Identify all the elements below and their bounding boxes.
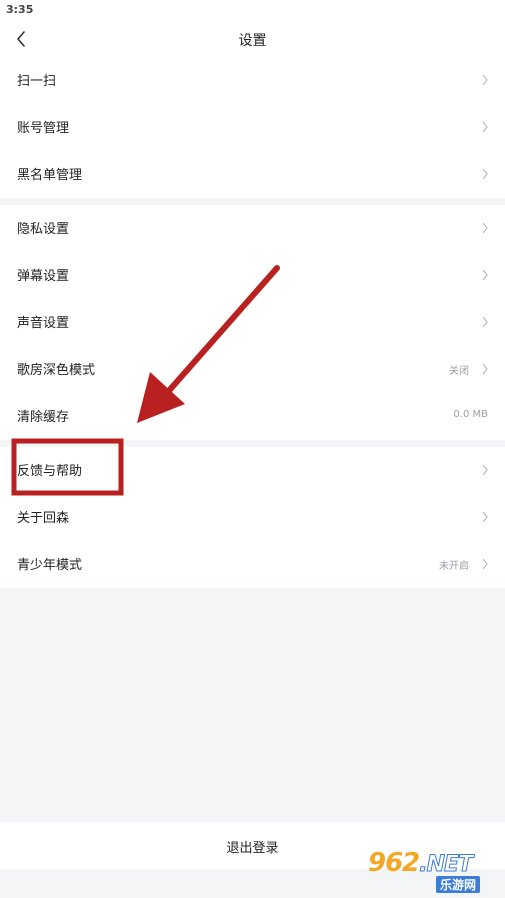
settings-item-danmaku[interactable]: 弹幕设置 <box>0 252 505 299</box>
status-bar: 3:35 <box>0 0 505 20</box>
settings-group-account: 扫一扫 账号管理 黑名单管理 <box>0 57 505 198</box>
nav-bar: 设置 <box>0 20 505 58</box>
settings-item-about[interactable]: 关于回森 <box>0 494 505 541</box>
settings-item-sound[interactable]: 声音设置 <box>0 299 505 346</box>
chevron-right-icon <box>482 363 488 375</box>
settings-item-label: 黑名单管理 <box>17 168 83 183</box>
settings-item-feedback[interactable]: 反馈与帮助 <box>0 447 505 494</box>
settings-item-label: 扫一扫 <box>17 74 57 89</box>
settings-item-label: 关于回森 <box>17 511 70 526</box>
settings-item-label: 反馈与帮助 <box>17 464 83 479</box>
chevron-right-icon <box>482 464 488 476</box>
status-time: 3:35 <box>6 3 34 16</box>
settings-item-label: 青少年模式 <box>17 558 83 573</box>
settings-item-label: 声音设置 <box>17 316 70 331</box>
settings-group-about: 反馈与帮助 关于回森 青少年模式 未开启 <box>0 447 505 588</box>
settings-item-label: 歌房深色模式 <box>17 363 96 378</box>
settings-item-clear-cache[interactable]: 清除缓存 0.0 MB <box>0 393 505 440</box>
chevron-right-icon <box>482 558 488 570</box>
watermark-subtext: 乐游网 <box>436 876 481 893</box>
settings-item-value: 未开启 <box>439 561 469 572</box>
chevron-right-icon <box>482 168 488 180</box>
chevron-right-icon <box>482 121 488 133</box>
settings-item-scan[interactable]: 扫一扫 <box>0 57 505 104</box>
chevron-right-icon <box>482 511 488 523</box>
settings-item-value: 关闭 <box>449 366 469 377</box>
settings-item-label: 账号管理 <box>17 121 70 136</box>
page-title: 设置 <box>238 33 267 49</box>
settings-item-teen-mode[interactable]: 青少年模式 未开启 <box>0 541 505 588</box>
chevron-right-icon <box>482 74 488 86</box>
settings-item-blacklist[interactable]: 黑名单管理 <box>0 151 505 198</box>
settings-item-privacy[interactable]: 隐私设置 <box>0 205 505 252</box>
settings-item-account-management[interactable]: 账号管理 <box>0 104 505 151</box>
watermark-logo: 962.NET 乐游网 <box>366 848 500 894</box>
chevron-right-icon <box>482 222 488 234</box>
settings-item-value: 0.0 MB <box>453 409 488 420</box>
settings-item-label: 清除缓存 <box>17 410 70 425</box>
settings-group-preferences: 隐私设置 弹幕设置 声音设置 歌房深色模式 关闭 清除缓存 0.0 MB <box>0 205 505 440</box>
settings-item-label: 隐私设置 <box>17 222 70 237</box>
chevron-right-icon <box>482 269 488 281</box>
settings-item-label: 弹幕设置 <box>17 269 70 284</box>
watermark-text: 962.NET <box>368 848 474 878</box>
settings-item-dark-mode[interactable]: 歌房深色模式 关闭 <box>0 346 505 393</box>
chevron-right-icon <box>482 316 488 328</box>
